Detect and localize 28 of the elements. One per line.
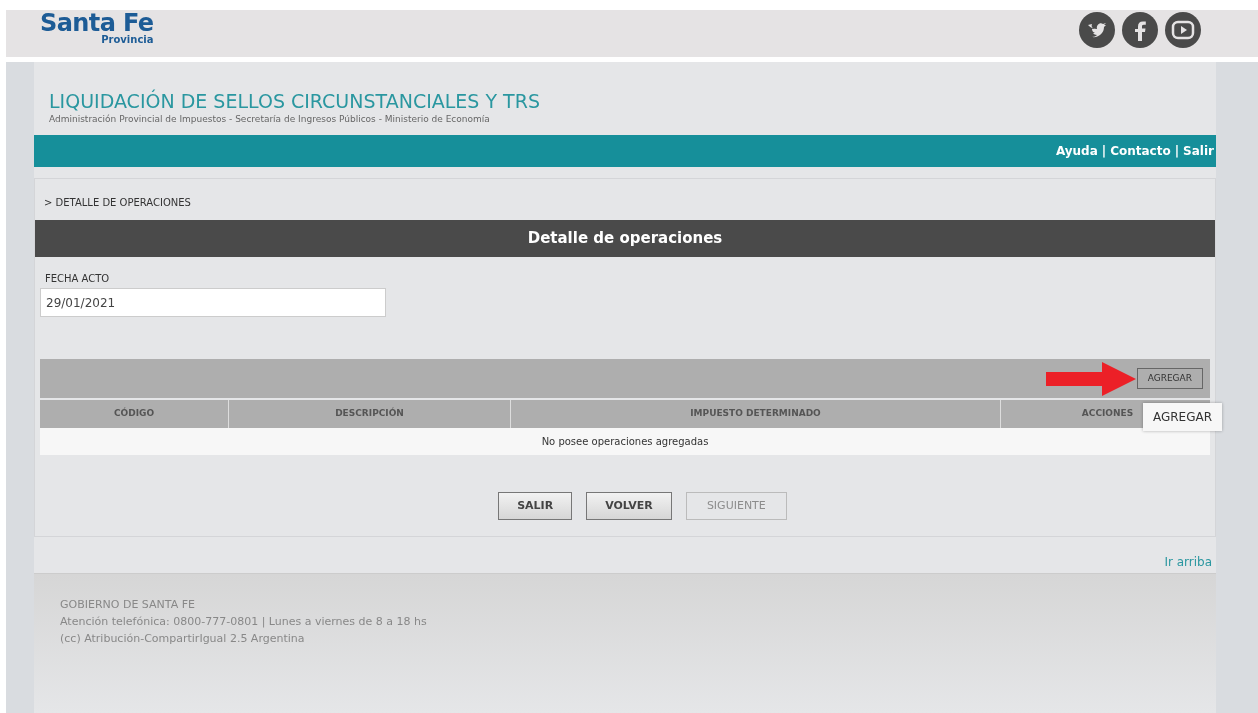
- page-subtitle: Administración Provincial de Impuestos - Secretaría de Ingresos Públicos - Ministerio de Economía: [49, 113, 491, 125]
- nav-link[interactable]: Contacto: [1110, 142, 1171, 160]
- column-header: CÓDIGO: [112, 406, 156, 421]
- arrow-icon: [1045, 361, 1136, 396]
- footer-line: (cc) Atribución-CompartirIgual 2.5 Argentina: [60, 631, 306, 647]
- logo-subtitle: Provincia: [101, 35, 154, 45]
- bird-icon[interactable]: [1078, 11, 1116, 49]
- logo[interactable]: Santa Fe Provincia: [40, 10, 154, 45]
- page-title: LIQUIDACIÓN DE SELLOS CIRCUNSTANCIALES Y TRS: [49, 90, 541, 114]
- back-to-top-link[interactable]: Ir arriba: [1164, 553, 1212, 571]
- date-field[interactable]: 29/01/2021: [40, 288, 386, 317]
- play-icon[interactable]: [1164, 11, 1202, 49]
- nav-separator: |: [1174, 143, 1180, 160]
- action-button[interactable]: VOLVER: [586, 492, 672, 520]
- tooltip: AGREGAR: [1142, 403, 1222, 431]
- add-button[interactable]: AGREGAR: [1136, 368, 1203, 389]
- nav-separator: |: [1101, 143, 1107, 160]
- nav-link[interactable]: Ayuda: [1055, 142, 1098, 160]
- footer-line: GOBIERNO DE SANTA FE: [60, 597, 196, 613]
- action-button[interactable]: SALIR: [498, 492, 573, 520]
- breadcrumb: > DETALLE DE OPERACIONES: [43, 196, 192, 210]
- nav-link[interactable]: Salir: [1183, 142, 1214, 160]
- logo-name: Santa Fe: [40, 11, 154, 35]
- letter-f-icon[interactable]: [1121, 11, 1159, 49]
- field-label: FECHA ACTO: [44, 272, 111, 286]
- section-title: Detalle de operaciones: [527, 228, 723, 250]
- empty-message: No posee operaciones agregadas: [541, 435, 709, 449]
- footer-line: Atención telefónica: 0800-777-0801 | Lunes a viernes de 8 a 18 hs: [60, 614, 428, 630]
